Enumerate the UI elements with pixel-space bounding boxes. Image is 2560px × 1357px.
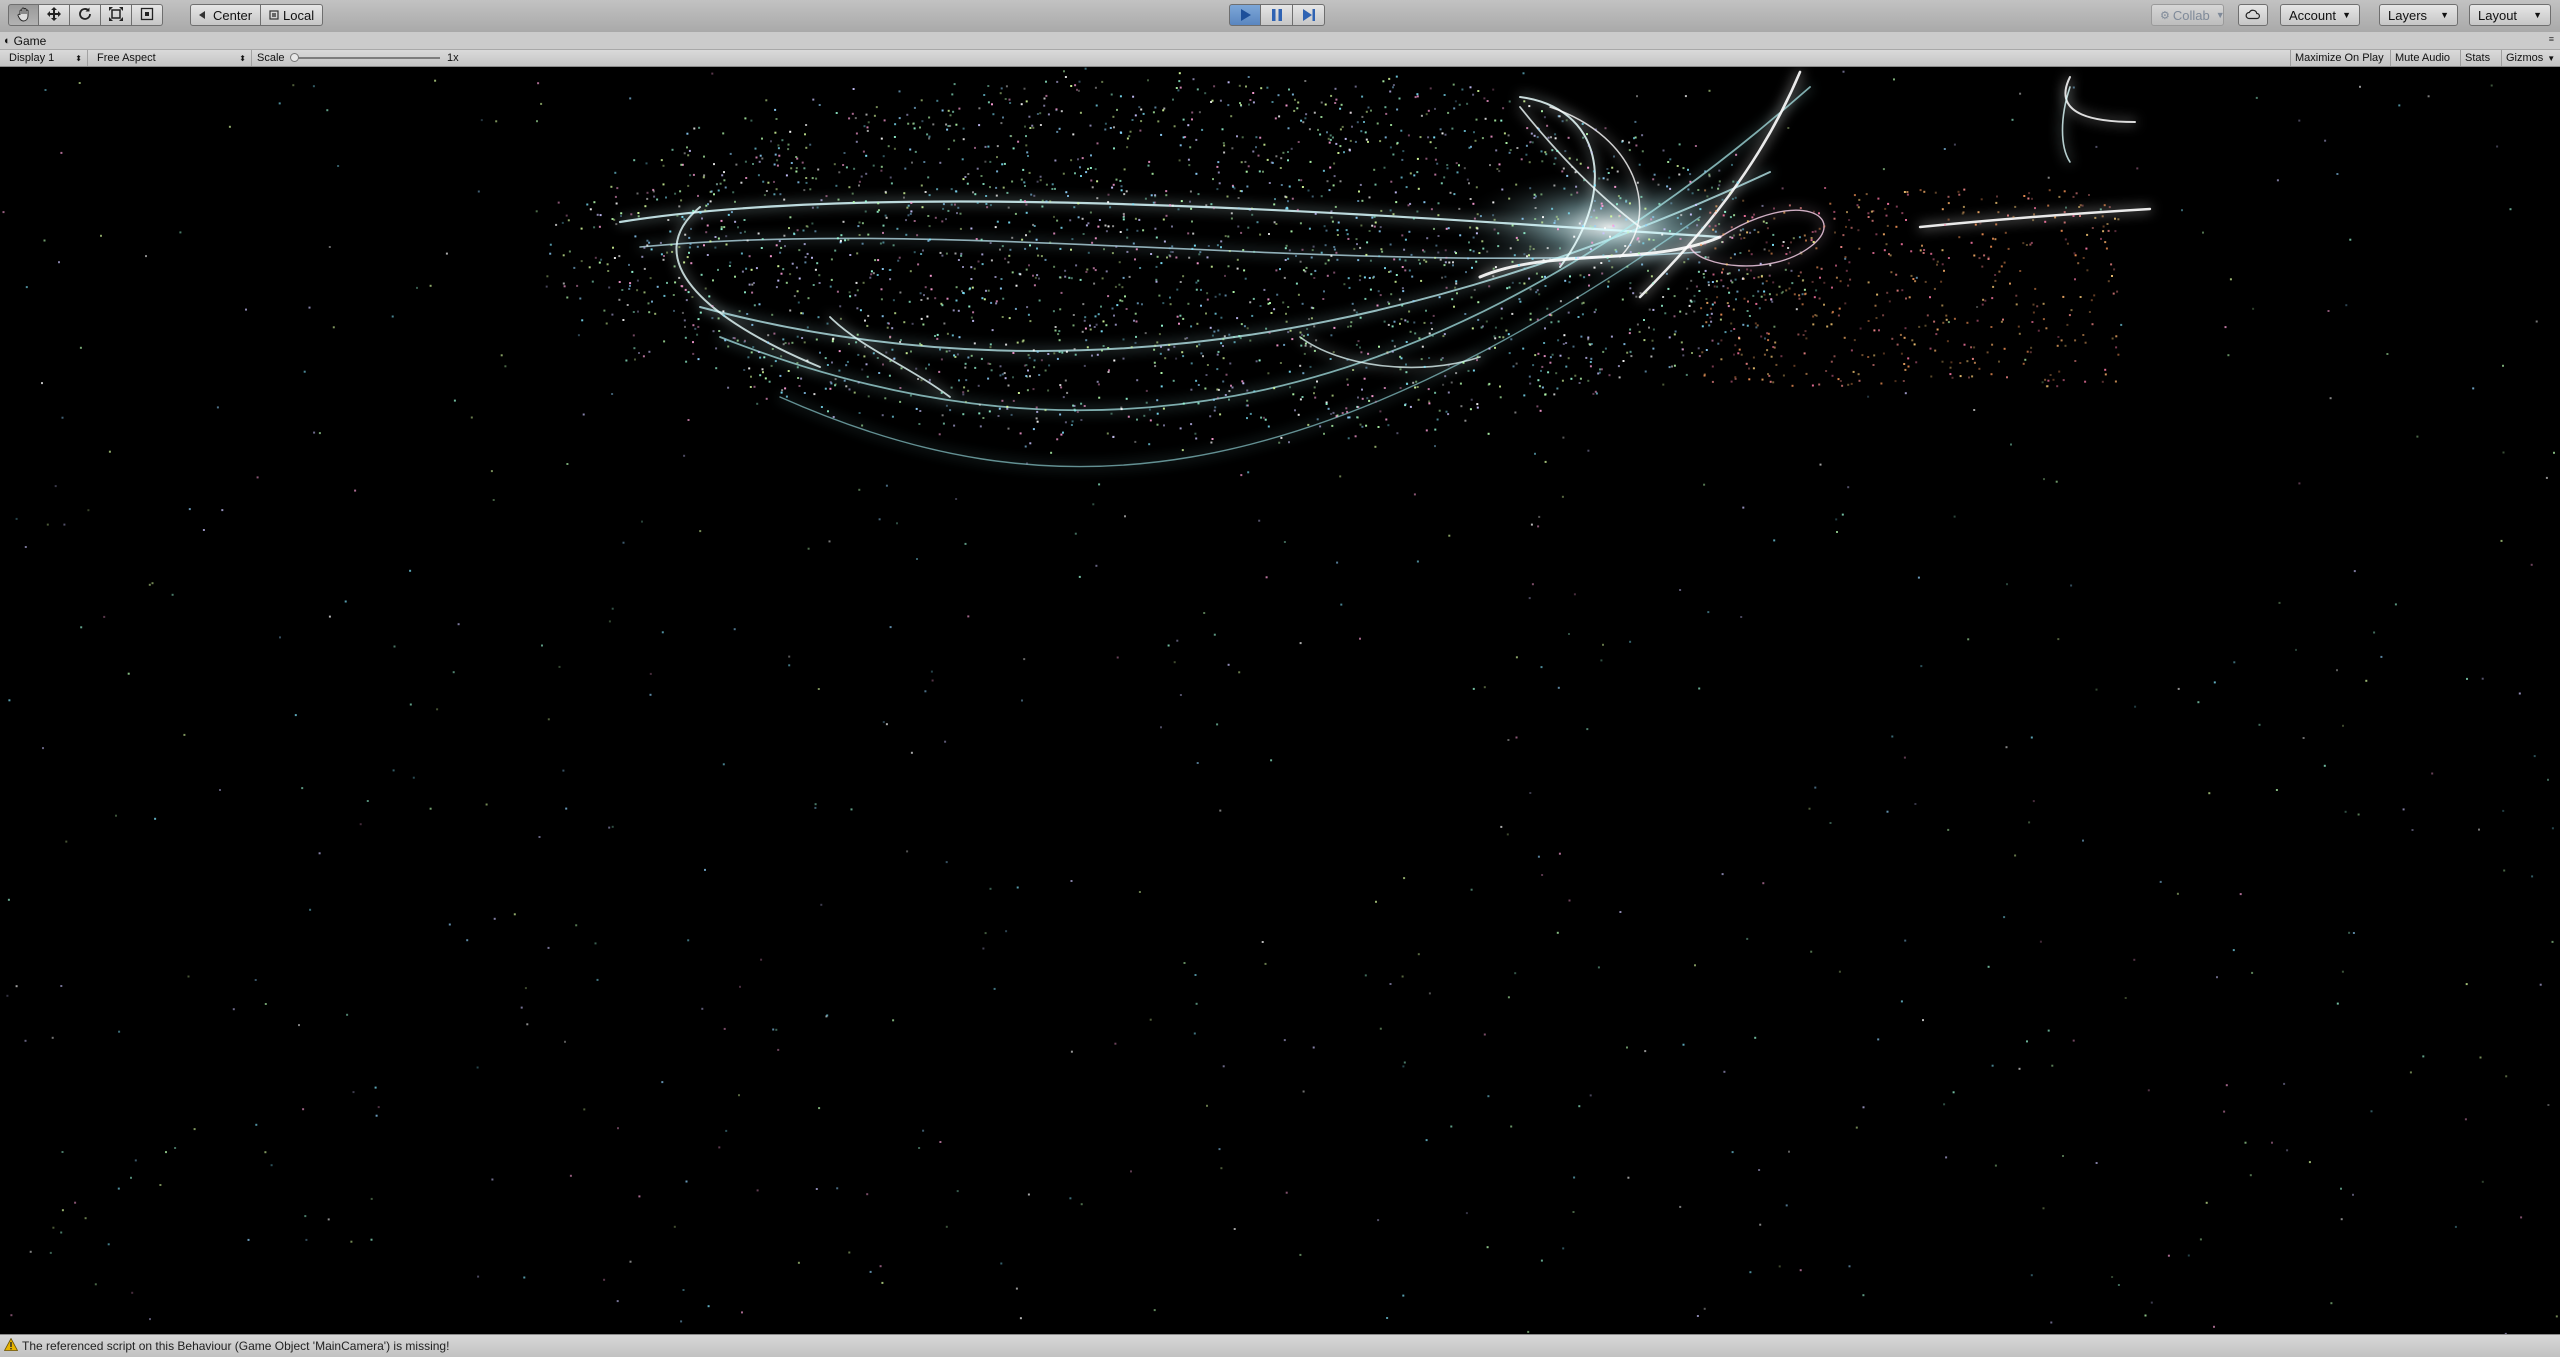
step-icon xyxy=(1301,7,1317,23)
transform-tools xyxy=(8,4,163,26)
tab-menu-icon[interactable]: ≡ xyxy=(2549,34,2554,44)
cloud-icon xyxy=(2245,8,2261,23)
tab-game-label: Game xyxy=(13,33,47,48)
collab-icon: ⚙ xyxy=(2160,9,2170,22)
layout-label: Layout xyxy=(2478,7,2518,23)
game-controller-icon: ◐ xyxy=(4,34,11,47)
layers-label: Layers xyxy=(2388,7,2428,23)
scale-label: Scale xyxy=(257,52,285,64)
hand-tool-button[interactable] xyxy=(8,4,39,26)
pivot-center-icon xyxy=(199,8,209,23)
account-dropdown[interactable]: Account ▼ xyxy=(2280,4,2360,26)
display-label: Display 1 xyxy=(9,52,55,64)
layers-dropdown[interactable]: Layers ▼ xyxy=(2379,4,2458,26)
pivot-mode-button[interactable]: Center xyxy=(190,4,262,26)
game-view-controls: Display 1 ⬍ Free Aspect ⬍ Scale 1x Maxim… xyxy=(0,50,2560,67)
step-button[interactable] xyxy=(1293,4,1325,26)
pause-button[interactable] xyxy=(1261,4,1293,26)
rect-tool-button[interactable] xyxy=(132,4,163,26)
move-tool-button[interactable] xyxy=(39,4,70,26)
rect-tool-icon xyxy=(139,6,155,25)
mute-audio-toggle[interactable]: Mute Audio xyxy=(2390,50,2458,66)
chevron-down-icon: ▼ xyxy=(2342,10,2351,20)
cloud-button[interactable] xyxy=(2238,4,2268,26)
tab-game[interactable]: ◐ Game xyxy=(4,32,46,49)
updown-icon: ⬍ xyxy=(75,53,82,63)
rotate-icon xyxy=(77,6,93,25)
particle-dots xyxy=(2,67,2558,1334)
collab-dropdown[interactable]: ⚙ Collab ▼ xyxy=(2151,4,2225,26)
chevron-down-icon: ▼ xyxy=(2215,10,2225,20)
layout-dropdown[interactable]: Layout ▼ xyxy=(2469,4,2551,26)
status-message: The referenced script on this Behaviour … xyxy=(22,1339,450,1353)
gizmos-dropdown[interactable]: Gizmos ▼ xyxy=(2501,50,2560,66)
pivot-mode-label: Center xyxy=(213,7,253,23)
main-toolbar: Center Local ⚙ Collab ▼ Account ▼ Layers… xyxy=(0,0,2560,33)
mute-audio-label: Mute Audio xyxy=(2395,52,2451,64)
play-icon xyxy=(1237,7,1253,23)
scale-tool-button[interactable] xyxy=(101,4,132,26)
collab-label: Collab xyxy=(2172,7,2210,23)
tab-bar: ◐ Game ≡ xyxy=(0,32,2560,50)
playback-controls xyxy=(1229,4,1325,26)
aspect-label: Free Aspect xyxy=(97,52,156,64)
status-bar[interactable]: The referenced script on this Behaviour … xyxy=(0,1334,2560,1357)
move-icon xyxy=(46,6,62,25)
stats-label: Stats xyxy=(2465,52,2491,64)
warning-icon xyxy=(3,1337,19,1354)
game-viewport[interactable] xyxy=(0,67,2560,1334)
particle-render xyxy=(2,67,2558,1334)
pause-icon xyxy=(1269,7,1285,23)
scale-slider-thumb[interactable] xyxy=(290,53,299,62)
aspect-dropdown[interactable]: Free Aspect ⬍ xyxy=(92,50,252,66)
account-label: Account xyxy=(2289,7,2336,23)
chevron-down-icon: ▼ xyxy=(2547,53,2556,63)
gizmos-label: Gizmos xyxy=(2506,52,2544,64)
hand-icon xyxy=(16,6,32,25)
pivot-rotation-button[interactable]: Local xyxy=(261,4,324,26)
display-dropdown[interactable]: Display 1 ⬍ xyxy=(4,50,88,66)
pivot-controls: Center Local xyxy=(190,4,324,26)
local-space-icon xyxy=(269,8,279,23)
maximize-on-play-label: Maximize On Play xyxy=(2295,52,2384,64)
particle-trails xyxy=(618,70,2152,468)
rotate-tool-button[interactable] xyxy=(70,4,101,26)
maximize-on-play-toggle[interactable]: Maximize On Play xyxy=(2290,50,2388,66)
chevron-down-icon: ▼ xyxy=(2533,10,2542,20)
scale-icon xyxy=(108,6,124,25)
stats-toggle[interactable]: Stats xyxy=(2460,50,2499,66)
scale-value: 1x xyxy=(447,52,459,64)
play-button[interactable] xyxy=(1229,4,1261,26)
chevron-down-icon: ▼ xyxy=(2440,10,2449,20)
updown-icon: ⬍ xyxy=(239,53,246,63)
scale-slider-track[interactable] xyxy=(294,57,440,59)
pivot-rotation-label: Local xyxy=(283,7,315,23)
